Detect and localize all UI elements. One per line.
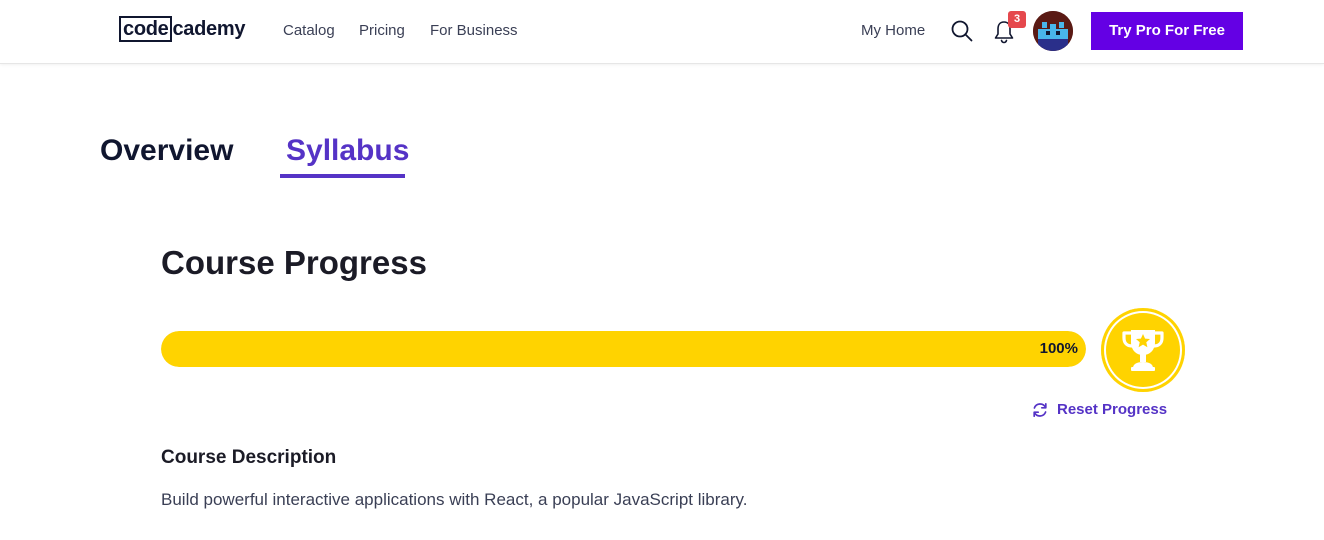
nav-link-catalog[interactable]: Catalog	[283, 21, 335, 41]
try-pro-button[interactable]: Try Pro For Free	[1091, 12, 1243, 50]
reset-progress-label: Reset Progress	[1057, 401, 1168, 418]
progress-bar	[161, 331, 1086, 367]
nav-link-for-business[interactable]: For Business	[430, 21, 518, 41]
search-icon[interactable]	[950, 19, 974, 43]
codecademy-logo[interactable]: code cademy	[119, 15, 245, 43]
course-progress-title: Course Progress	[161, 244, 427, 281]
progress-bar-fill	[161, 331, 1086, 367]
course-description-text: Build powerful interactive applications …	[161, 490, 748, 509]
reset-progress-link[interactable]: Reset Progress	[1031, 400, 1167, 420]
tab-syllabus[interactable]: Syllabus	[286, 133, 409, 169]
refresh-icon	[1033, 402, 1047, 418]
nav-link-pricing[interactable]: Pricing	[359, 21, 405, 41]
nav-link-my-home[interactable]: My Home	[861, 21, 925, 41]
active-tab-indicator	[280, 174, 405, 178]
avatar[interactable]	[1033, 11, 1073, 51]
trophy-icon	[1122, 330, 1164, 371]
tab-overview[interactable]: Overview	[100, 133, 233, 169]
notification-count-badge: 3	[1008, 11, 1026, 28]
progress-percent-label: 100%	[1039, 340, 1078, 357]
trophy-badge	[1101, 308, 1185, 392]
logo-boxed-text: code	[119, 16, 173, 42]
logo-rest-text: cademy	[172, 18, 246, 40]
top-navigation-bar: code cademy Catalog Pricing For Business …	[0, 0, 1324, 64]
course-description-title: Course Description	[161, 447, 337, 468]
